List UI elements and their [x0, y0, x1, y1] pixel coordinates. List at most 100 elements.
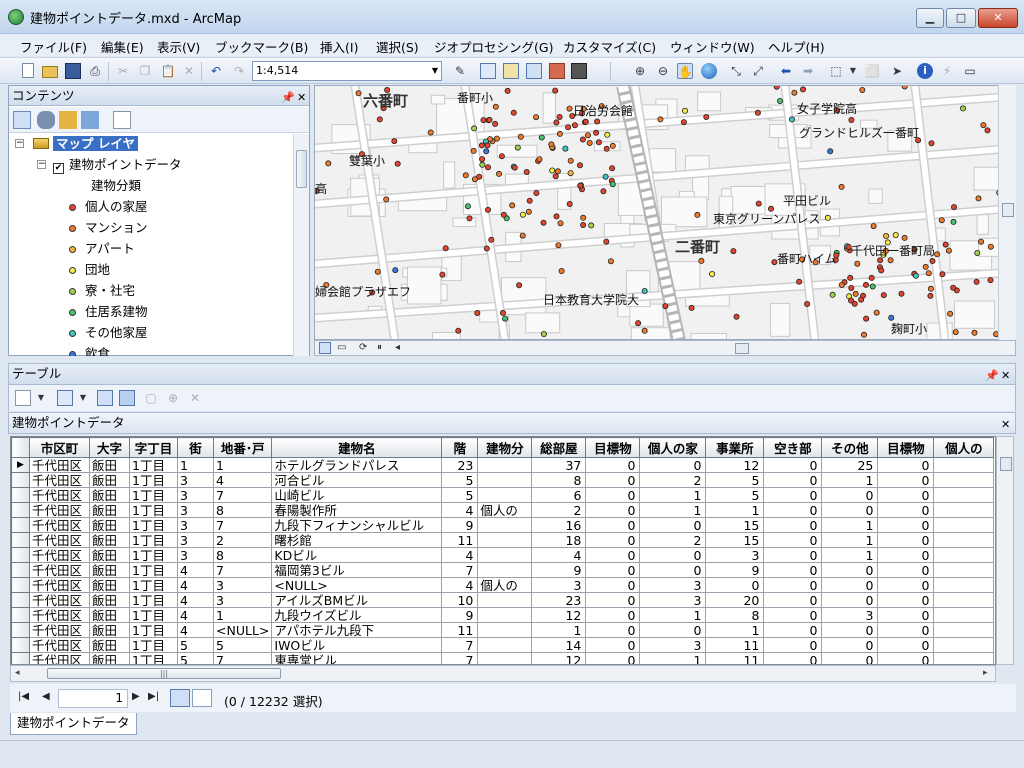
building-point[interactable]: [549, 167, 556, 174]
identify-info-icon[interactable]: i: [917, 63, 933, 79]
table-cell[interactable]: 0: [821, 487, 879, 503]
building-point[interactable]: [603, 238, 610, 245]
table-cell[interactable]: 0: [877, 622, 935, 638]
table-cell[interactable]: 12: [705, 457, 765, 473]
building-point[interactable]: [466, 215, 473, 222]
table-tab[interactable]: 建物ポイントデータ: [10, 713, 137, 735]
building-point[interactable]: [580, 214, 587, 221]
building-point[interactable]: [374, 268, 381, 275]
table-cell[interactable]: 0: [763, 502, 823, 518]
building-point[interactable]: [934, 251, 941, 258]
table-cell[interactable]: 0: [639, 517, 707, 533]
table-row[interactable]: 千代田区 飯田 1丁目 3 8 KDビル 4 4 0 0 3 0 1 0: [11, 547, 995, 563]
new-document-icon[interactable]: [22, 63, 34, 78]
building-point[interactable]: [804, 300, 811, 307]
building-point[interactable]: [439, 271, 446, 278]
building-point[interactable]: [498, 153, 505, 160]
building-point[interactable]: [566, 105, 573, 112]
close-panel-icon[interactable]: ✕: [297, 88, 306, 107]
pin-icon[interactable]: 📌: [985, 366, 999, 386]
table-cell[interactable]: 飯田: [89, 592, 130, 608]
building-point[interactable]: [942, 241, 949, 248]
building-point[interactable]: [383, 196, 390, 203]
building-point[interactable]: [878, 267, 885, 274]
table-cell[interactable]: 12: [531, 652, 587, 664]
building-point[interactable]: [474, 309, 481, 316]
table-cell[interactable]: 0: [763, 547, 823, 563]
building-point[interactable]: [557, 220, 564, 227]
table-cell[interactable]: 7: [212, 487, 273, 503]
building-point[interactable]: [929, 257, 936, 264]
table-cell[interactable]: 1丁目: [129, 457, 178, 473]
layout-view-icon[interactable]: ▭: [337, 342, 346, 353]
table-cell[interactable]: KDビル: [271, 547, 443, 563]
building-point[interactable]: [776, 97, 783, 104]
table-cell[interactable]: 15: [705, 517, 765, 533]
last-record-icon[interactable]: ▶|: [148, 691, 159, 702]
table-cell[interactable]: 1丁目: [129, 622, 178, 638]
column-header[interactable]: 字丁目: [129, 437, 178, 458]
map-vertical-scrollbar[interactable]: [998, 85, 1016, 340]
legend-item[interactable]: 個人の家屋: [69, 197, 148, 217]
building-point[interactable]: [892, 231, 899, 238]
table-cell[interactable]: 飯田: [89, 547, 130, 563]
table-cell[interactable]: [933, 502, 995, 518]
table-cell[interactable]: 37: [531, 457, 587, 473]
table-cell[interactable]: 千代田区: [29, 472, 90, 488]
table-cell[interactable]: [477, 487, 533, 503]
table-cell[interactable]: 千代田区: [29, 652, 90, 664]
building-point[interactable]: [733, 313, 740, 320]
table-cell[interactable]: 2: [639, 472, 707, 488]
legend-item[interactable]: 団地: [69, 260, 110, 280]
building-point[interactable]: [960, 105, 967, 112]
table-cell[interactable]: 飯田: [89, 457, 130, 473]
table-cell[interactable]: [933, 547, 995, 563]
table-cell[interactable]: 1丁目: [129, 487, 178, 503]
table-cell[interactable]: 0: [877, 577, 935, 593]
redo-icon[interactable]: ↷: [231, 63, 247, 79]
row-header-corner[interactable]: [11, 437, 30, 458]
table-cell[interactable]: 4: [441, 547, 479, 563]
table-cell[interactable]: 7: [212, 562, 273, 578]
table-cell[interactable]: 千代田区: [29, 622, 90, 638]
undo-icon[interactable]: ↶: [208, 63, 224, 79]
table-of-contents-icon[interactable]: [480, 63, 496, 79]
table-cell[interactable]: 3: [531, 577, 587, 593]
table-cell[interactable]: 千代田区: [29, 637, 90, 653]
table-cell[interactable]: 1: [705, 502, 765, 518]
building-point[interactable]: [975, 195, 982, 202]
building-point[interactable]: [556, 130, 563, 137]
table-cell[interactable]: 0: [763, 622, 823, 638]
scroll-thumb[interactable]: [296, 150, 307, 188]
table-cell[interactable]: 9: [441, 607, 479, 623]
table-cell[interactable]: 3: [639, 592, 707, 608]
building-point[interactable]: [540, 330, 547, 337]
collapse-icon[interactable]: −: [15, 139, 24, 148]
building-point[interactable]: [555, 242, 562, 249]
building-point[interactable]: [641, 287, 648, 294]
building-point[interactable]: [504, 87, 511, 94]
table-cell[interactable]: 0: [585, 502, 641, 518]
close-table-icon[interactable]: ✕: [1001, 415, 1010, 435]
building-point[interactable]: [848, 284, 855, 291]
table-cell[interactable]: 0: [763, 592, 823, 608]
scroll-right-icon[interactable]: ▸: [983, 668, 988, 678]
table-cell[interactable]: 1: [639, 607, 707, 623]
table-cell[interactable]: 1丁目: [129, 547, 178, 563]
building-point[interactable]: [464, 203, 471, 210]
table-cell[interactable]: 5: [177, 652, 214, 664]
building-point[interactable]: [641, 327, 648, 334]
building-point[interactable]: [971, 329, 978, 336]
table-cell[interactable]: 0: [877, 547, 935, 563]
building-point[interactable]: [486, 116, 493, 123]
row-selector[interactable]: [11, 472, 30, 488]
table-cell[interactable]: 1: [821, 517, 879, 533]
table-cell[interactable]: 0: [821, 562, 879, 578]
building-point[interactable]: [912, 272, 919, 279]
row-selector[interactable]: [11, 622, 30, 638]
table-cell[interactable]: 0: [585, 457, 641, 473]
select-dropdown-icon[interactable]: ▼: [845, 63, 861, 79]
building-point[interactable]: [483, 245, 490, 252]
building-point[interactable]: [901, 234, 908, 241]
table-cell[interactable]: 8: [531, 472, 587, 488]
